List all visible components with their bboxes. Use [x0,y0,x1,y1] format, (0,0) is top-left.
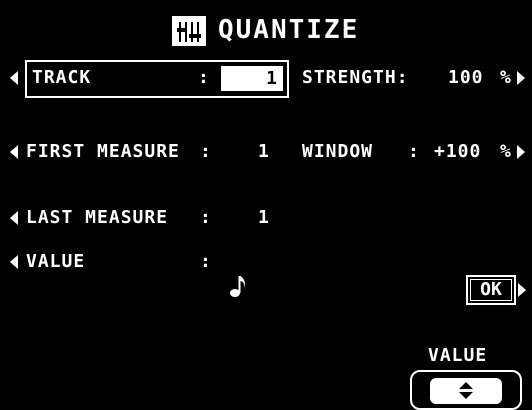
last-measure-value[interactable]: 1 [258,207,270,229]
strength-unit: % [500,67,512,88]
last-measure-separator: : [200,207,212,228]
track-separator: : [198,67,210,88]
value-up-down-control[interactable] [410,370,522,410]
first-measure-label: FIRST MEASURE [26,141,180,162]
track-value[interactable]: 1 [221,66,283,91]
sequencer-icon [172,16,206,46]
strength-right-arrow-icon[interactable] [517,71,525,85]
value-control-label: VALUE [428,345,488,366]
first-measure-left-arrow-icon[interactable] [10,145,18,159]
strength-value[interactable]: 100 [448,67,484,89]
last-measure-left-arrow-icon[interactable] [10,211,18,225]
page-title: QUANTIZE [218,15,360,45]
strength-label: STRENGTH: [302,67,409,88]
window-value[interactable]: +100 [434,141,481,163]
window-right-arrow-icon[interactable] [517,145,525,159]
window-unit: % [500,141,512,162]
first-measure-value[interactable]: 1 [258,141,270,163]
value-label: VALUE [26,251,86,272]
eighth-note-icon[interactable] [228,273,248,299]
track-label: TRACK [32,67,92,88]
window-separator: : [408,141,420,162]
first-measure-separator: : [200,141,212,162]
quantize-screen: QUANTIZE TRACK : 1 STRENGTH: 100 % FIRST… [0,0,532,410]
window-label: WINDOW [302,141,374,162]
up-arrow-icon[interactable] [459,382,473,389]
track-left-arrow-icon[interactable] [10,71,18,85]
value-left-arrow-icon[interactable] [10,255,18,269]
last-measure-label: LAST MEASURE [26,207,169,228]
ok-button[interactable]: OK [466,275,516,305]
ok-right-arrow-icon[interactable] [518,283,526,297]
value-separator: : [200,251,212,272]
down-arrow-icon[interactable] [459,392,473,399]
